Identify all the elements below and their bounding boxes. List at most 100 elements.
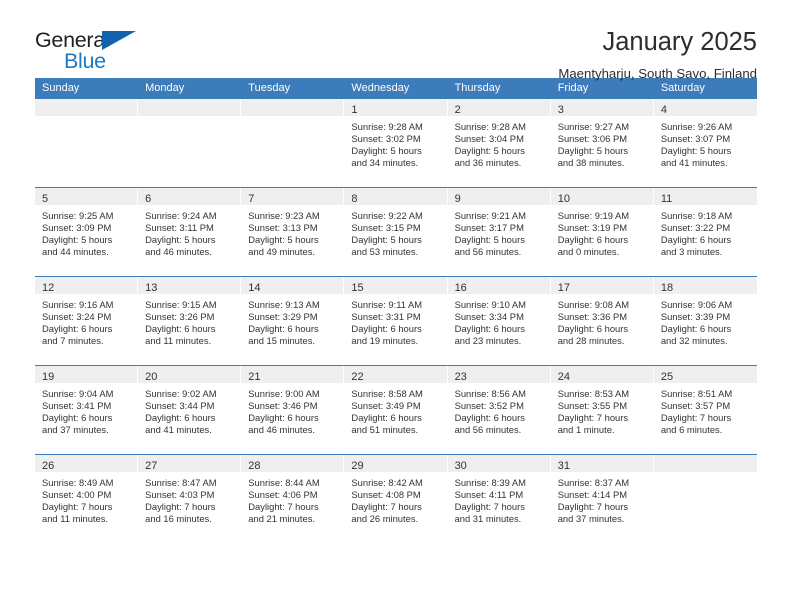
- day-number-band: 26: [35, 455, 138, 472]
- daylight-text-line1: Daylight: 6 hours: [248, 322, 319, 334]
- daylight-text-line2: and 41 minutes.: [145, 423, 212, 435]
- sunset-text: Sunset: 4:08 PM: [351, 488, 421, 500]
- calendar-day-cell-empty: [138, 99, 242, 187]
- calendar-day-cell[interactable]: 8 Sunrise: 9:22 AM Sunset: 3:15 PM Daylight…: [344, 188, 448, 276]
- calendar-page: General Blue January 2025 Maentyharju, S…: [0, 0, 792, 612]
- calendar-day-cell[interactable]: 10 Sunrise: 9:19 AM Sunset: 3:19 PM Dayligh…: [550, 188, 654, 276]
- day-number: 25: [660, 371, 674, 383]
- day-number-band: 22: [344, 366, 447, 383]
- daylight-text-line2: and 46 minutes.: [145, 245, 212, 257]
- daylight-text-line2: and 11 minutes.: [145, 334, 212, 346]
- calendar-day-cell[interactable]: 30 Sunrise: 8:39 AM Sunset: 4:11 PM Dayligh…: [447, 455, 551, 543]
- calendar-day-cell[interactable]: 29 Sunrise: 8:42 AM Sunset: 4:08 PM Dayligh…: [344, 455, 448, 543]
- calendar-day-cell[interactable]: 19 Sunrise: 9:04 AM Sunset: 3:41 PM Dayligh…: [35, 366, 139, 454]
- calendar-day-cell[interactable]: 7 Sunrise: 9:23 AM Sunset: 3:13 PM Daylight…: [241, 188, 345, 276]
- day-sun-info: Sunrise: 8:49 AM Sunset: 4:00 PM Daylight:…: [35, 472, 137, 525]
- calendar-day-cell[interactable]: 9 Sunrise: 9:21 AM Sunset: 3:17 PM Daylight…: [447, 188, 551, 276]
- calendar-grid: Sunday Monday Tuesday Wednesday Thursday…: [35, 78, 757, 543]
- sunset-text: Sunset: 3:29 PM: [248, 310, 318, 322]
- calendar-day-cell[interactable]: 3 Sunrise: 9:27 AM Sunset: 3:06 PM Daylight…: [550, 99, 654, 187]
- day-number: 26: [42, 460, 55, 472]
- day-number: 8: [351, 193, 358, 205]
- daylight-text-line2: and 15 minutes.: [248, 334, 315, 346]
- daylight-text-line1: Daylight: 7 hours: [248, 500, 319, 512]
- calendar-day-cell[interactable]: 18 Sunrise: 9:06 AM Sunset: 3:39 PM Dayligh…: [653, 277, 757, 365]
- calendar-day-cell[interactable]: 24 Sunrise: 8:53 AM Sunset: 3:55 PM Dayligh…: [550, 366, 654, 454]
- calendar-day-cell[interactable]: 5 Sunrise: 9:25 AM Sunset: 3:09 PM Daylight…: [35, 188, 139, 276]
- sunset-text: Sunset: 3:22 PM: [660, 221, 731, 233]
- sunrise-text: Sunrise: 8:58 AM: [351, 388, 423, 399]
- sunset-text: Sunset: 3:41 PM: [42, 399, 112, 411]
- day-number-band: 13: [138, 277, 241, 294]
- calendar-day-cell[interactable]: 28 Sunrise: 8:44 AM Sunset: 4:06 PM Dayligh…: [241, 455, 345, 543]
- day-number-band: 24: [550, 366, 653, 383]
- daylight-text-line1: Daylight: 6 hours: [145, 411, 216, 423]
- general-blue-logo: General Blue: [35, 28, 150, 74]
- daylight-text-line1: Daylight: 5 hours: [351, 144, 422, 156]
- day-number: 28: [248, 460, 261, 472]
- calendar-day-cell[interactable]: 22 Sunrise: 8:58 AM Sunset: 3:49 PM Dayligh…: [344, 366, 448, 454]
- daylight-text-line2: and 1 minute.: [557, 423, 615, 435]
- sunrise-text: Sunrise: 9:16 AM: [42, 299, 114, 310]
- day-number-band: 9: [447, 188, 550, 205]
- calendar-day-cell[interactable]: 21 Sunrise: 9:00 AM Sunset: 3:46 PM Dayligh…: [241, 366, 345, 454]
- daylight-text-line1: Daylight: 6 hours: [42, 322, 113, 334]
- daylight-text-line1: Daylight: 7 hours: [660, 411, 732, 423]
- calendar-day-cell[interactable]: 1 Sunrise: 9:28 AM Sunset: 3:02 PM Daylight…: [344, 99, 448, 187]
- day-number-band: 8: [344, 188, 447, 205]
- calendar-day-cell[interactable]: 17 Sunrise: 9:08 AM Sunset: 3:36 PM Dayligh…: [550, 277, 654, 365]
- calendar-day-cell[interactable]: 31 Sunrise: 8:37 AM Sunset: 4:14 PM Dayligh…: [550, 455, 654, 543]
- daylight-text-line1: Daylight: 6 hours: [145, 322, 216, 334]
- day-number-band: 5: [35, 188, 138, 205]
- day-number: 11: [660, 193, 673, 205]
- daylight-text-line1: Daylight: 6 hours: [42, 411, 113, 423]
- calendar-day-cell[interactable]: 14 Sunrise: 9:13 AM Sunset: 3:29 PM Dayligh…: [241, 277, 345, 365]
- day-sun-info: Sunrise: 9:06 AM Sunset: 3:39 PM Daylight:…: [654, 294, 757, 347]
- day-number-band: 7: [241, 188, 344, 205]
- calendar-week-row: 12 Sunrise: 9:16 AM Sunset: 3:24 PM Dayligh…: [35, 276, 757, 365]
- weekday-header-monday: Monday: [145, 82, 185, 94]
- day-sun-info: Sunrise: 9:04 AM Sunset: 3:41 PM Daylight:…: [35, 383, 137, 436]
- sunset-text: Sunset: 3:17 PM: [454, 221, 524, 233]
- calendar-day-cell[interactable]: 11 Sunrise: 9:18 AM Sunset: 3:22 PM Dayligh…: [653, 188, 757, 276]
- calendar-day-cell[interactable]: 2 Sunrise: 9:28 AM Sunset: 3:04 PM Daylight…: [447, 99, 551, 187]
- calendar-day-cell[interactable]: 12 Sunrise: 9:16 AM Sunset: 3:24 PM Dayligh…: [35, 277, 139, 365]
- sunset-text: Sunset: 3:24 PM: [42, 310, 112, 322]
- sunrise-text: Sunrise: 8:49 AM: [42, 477, 114, 488]
- day-number: 13: [145, 282, 158, 294]
- calendar-day-cell[interactable]: 27 Sunrise: 8:47 AM Sunset: 4:03 PM Dayligh…: [138, 455, 242, 543]
- calendar-day-cell[interactable]: 6 Sunrise: 9:24 AM Sunset: 3:11 PM Daylight…: [138, 188, 242, 276]
- daylight-text-line1: Daylight: 7 hours: [557, 411, 629, 423]
- calendar-week-row: 26 Sunrise: 8:49 AM Sunset: 4:00 PM Dayligh…: [35, 454, 757, 543]
- day-sun-info: Sunrise: 9:10 AM Sunset: 3:34 PM Daylight:…: [448, 294, 550, 347]
- day-number-band: [35, 99, 138, 116]
- day-sun-info: Sunrise: 9:00 AM Sunset: 3:46 PM Daylight:…: [241, 383, 343, 436]
- day-number-band: 30: [447, 455, 550, 472]
- calendar-day-cell[interactable]: 23 Sunrise: 8:56 AM Sunset: 3:52 PM Dayligh…: [447, 366, 551, 454]
- calendar-day-cell[interactable]: 16 Sunrise: 9:10 AM Sunset: 3:34 PM Dayligh…: [447, 277, 551, 365]
- day-number-band: 12: [35, 277, 138, 294]
- sunset-text: Sunset: 3:04 PM: [454, 132, 524, 144]
- daylight-text-line1: Daylight: 6 hours: [660, 233, 732, 245]
- day-number-band: 15: [344, 277, 447, 294]
- day-number: 18: [660, 282, 674, 294]
- calendar-day-cell[interactable]: 15 Sunrise: 9:11 AM Sunset: 3:31 PM Dayligh…: [344, 277, 448, 365]
- day-number-band: 23: [447, 366, 550, 383]
- calendar-week-row: 5 Sunrise: 9:25 AM Sunset: 3:09 PM Daylight…: [35, 187, 757, 276]
- sunset-text: Sunset: 3:02 PM: [351, 132, 421, 144]
- calendar-day-cell[interactable]: 20 Sunrise: 9:02 AM Sunset: 3:44 PM Dayligh…: [138, 366, 242, 454]
- calendar-day-cell[interactable]: 4 Sunrise: 9:26 AM Sunset: 3:07 PM Daylight…: [653, 99, 757, 187]
- sunrise-text: Sunrise: 9:04 AM: [42, 388, 114, 399]
- calendar-day-cell[interactable]: 13 Sunrise: 9:15 AM Sunset: 3:26 PM Dayligh…: [138, 277, 242, 365]
- sunrise-text: Sunrise: 9:25 AM: [42, 210, 114, 221]
- day-number-band: 29: [344, 455, 447, 472]
- sunrise-text: Sunrise: 9:10 AM: [454, 299, 526, 310]
- sunset-text: Sunset: 3:57 PM: [660, 399, 731, 411]
- daylight-text-line2: and 41 minutes.: [660, 156, 728, 168]
- calendar-day-cell[interactable]: 25 Sunrise: 8:51 AM Sunset: 3:57 PM Dayligh…: [653, 366, 757, 454]
- day-number-band: 2: [447, 99, 550, 116]
- day-sun-info: Sunrise: 9:21 AM Sunset: 3:17 PM Daylight:…: [448, 205, 550, 258]
- day-number: 20: [145, 371, 158, 383]
- daylight-text-line2: and 7 minutes.: [42, 334, 104, 346]
- calendar-day-cell[interactable]: 26 Sunrise: 8:49 AM Sunset: 4:00 PM Dayligh…: [35, 455, 139, 543]
